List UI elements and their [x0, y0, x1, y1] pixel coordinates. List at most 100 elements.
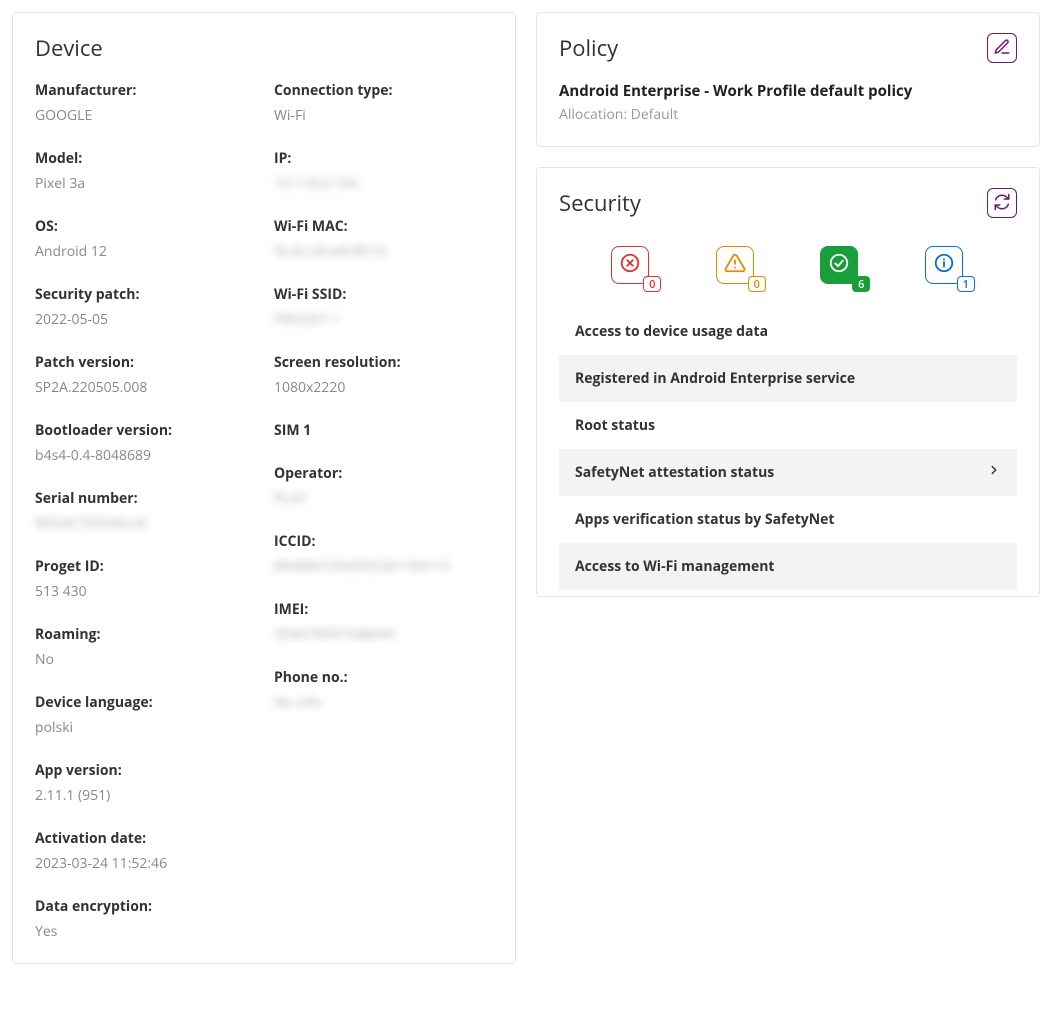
- device-field-label: Operator:: [274, 464, 493, 483]
- device-field: Wi-Fi MAC: 9c:0c:d0:e8:98:10: [274, 217, 493, 261]
- device-field-value: SP2A.220505.008: [35, 378, 254, 397]
- security-item[interactable]: SafetyNet attestation status: [559, 449, 1017, 496]
- device-field-value: b4s4-0.4-8048689: [35, 446, 254, 465]
- device-field-value: Android 12: [35, 242, 254, 261]
- security-warning-stat[interactable]: 0: [716, 246, 756, 286]
- device-fields: Manufacturer: GOOGLE Model: Pixel 3a OS: Andr…: [35, 81, 493, 941]
- alert-triangle-icon: [724, 252, 746, 279]
- device-field-value: Wi-Fi: [274, 106, 493, 125]
- pencil-icon: [993, 38, 1011, 59]
- device-field-label: App version:: [35, 761, 254, 780]
- device-field-label: Device language:: [35, 693, 254, 712]
- device-field-value: 8948061050055281169115: [274, 557, 493, 576]
- device-field-label: Serial number:: [35, 489, 254, 508]
- device-field-label: Data encryption:: [35, 897, 254, 916]
- device-field-label: Security patch:: [35, 285, 254, 304]
- device-field-label: Patch version:: [35, 353, 254, 372]
- device-field: Patch version: SP2A.220505.008: [35, 353, 254, 397]
- security-warning-count: 0: [748, 276, 766, 292]
- security-item[interactable]: Access to device usage data: [559, 308, 1017, 355]
- device-field-value: GOOGLE: [35, 106, 254, 125]
- device-section-heading: SIM 1: [274, 421, 493, 440]
- device-field-label: IP:: [274, 149, 493, 168]
- security-card-title: Security: [559, 188, 641, 218]
- device-field: Operator: PLAY: [274, 464, 493, 508]
- device-field: Connection type: Wi-Fi: [274, 81, 493, 125]
- device-card-title: Device: [35, 33, 103, 63]
- device-field-value: polski: [35, 718, 254, 737]
- device-field: Phone no.: No info: [274, 668, 493, 712]
- device-field-label: Model:: [35, 149, 254, 168]
- policy-card: Policy Android Enterprise - Work Profile…: [536, 12, 1040, 147]
- device-card: Device Manufacturer: GOOGLE Model: Pixel 3a…: [12, 12, 516, 964]
- security-ok-stat[interactable]: 6: [820, 246, 860, 286]
- device-field-label: OS:: [35, 217, 254, 236]
- device-field-value: 359679097548044: [274, 625, 493, 644]
- device-field-value: 2022-05-05: [35, 310, 254, 329]
- device-field: Activation date: 2023-03-24 11:52:46: [35, 829, 254, 873]
- device-field-label: Manufacturer:: [35, 81, 254, 100]
- device-field-label: Roaming:: [35, 625, 254, 644]
- device-field-label: Proget ID:: [35, 557, 254, 576]
- device-field-value: 10.118.0.134: [274, 174, 493, 193]
- device-field-label: Connection type:: [274, 81, 493, 100]
- device-field: Bootloader version: b4s4-0.4-8048689: [35, 421, 254, 465]
- device-field: Device language: polski: [35, 693, 254, 737]
- policy-card-title: Policy: [559, 33, 618, 63]
- security-ok-count: 6: [852, 276, 870, 292]
- device-field-value: Yes: [35, 922, 254, 941]
- device-field: IMEI: 359679097548044: [274, 600, 493, 644]
- security-card: Security 0: [536, 167, 1040, 597]
- device-field-value: 2023-03-24 11:52:46: [35, 854, 254, 873]
- security-summary-icons: 0 0 6: [559, 236, 1017, 308]
- device-field: Data encryption: Yes: [35, 897, 254, 941]
- security-item-label: SafetyNet attestation status: [575, 463, 774, 482]
- security-error-count: 0: [643, 276, 661, 292]
- device-field-value: 513 430: [35, 582, 254, 601]
- policy-allocation: Allocation: Default: [559, 105, 1017, 124]
- security-error-stat[interactable]: 0: [611, 246, 651, 286]
- device-field-value: 9c:0c:d0:e8:98:10: [274, 242, 493, 261]
- device-field: Serial number:REDACTEDVALUE: [35, 489, 254, 533]
- security-item[interactable]: Registered in Android Enterprise service: [559, 355, 1017, 402]
- security-item-label: Access to Wi-Fi management: [575, 557, 775, 576]
- device-field-label: IMEI:: [274, 600, 493, 619]
- refresh-security-button[interactable]: [987, 188, 1017, 218]
- device-field-value: PLAY: [274, 489, 493, 508]
- device-field: SIM 1: [274, 421, 493, 440]
- security-item-label: Access to device usage data: [575, 322, 768, 341]
- security-item[interactable]: Access to Wi-Fi management: [559, 543, 1017, 590]
- security-item-label: Registered in Android Enterprise service: [575, 369, 855, 388]
- check-circle-icon: [828, 252, 850, 279]
- device-field: Proget ID: 513 430: [35, 557, 254, 601]
- edit-policy-button[interactable]: [987, 33, 1017, 63]
- device-field: Screen resolution:1080x2220: [274, 353, 493, 397]
- device-field: Wi-Fi SSID: PROGET-1: [274, 285, 493, 329]
- device-field-value: 2.11.1 (951): [35, 786, 254, 805]
- device-field-value: Pixel 3a: [35, 174, 254, 193]
- security-info-stat[interactable]: 1: [925, 246, 965, 286]
- security-item[interactable]: Apps verification status by SafetyNet: [559, 496, 1017, 543]
- device-field: Security patch: 2022-05-05: [35, 285, 254, 329]
- chevron-right-icon: [987, 463, 1001, 482]
- security-item-label: Apps verification status by SafetyNet: [575, 510, 835, 529]
- device-field-value: PROGET-1: [274, 310, 493, 329]
- security-item[interactable]: Root status: [559, 402, 1017, 449]
- device-field: IP: 10.118.0.134: [274, 149, 493, 193]
- info-circle-icon: [933, 252, 955, 279]
- device-field-label: Phone no.:: [274, 668, 493, 687]
- device-field-label: Bootloader version:: [35, 421, 254, 440]
- device-field-label: Screen resolution:: [274, 353, 493, 372]
- device-field: Roaming:No: [35, 625, 254, 669]
- security-item-label: Root status: [575, 416, 655, 435]
- security-info-count: 1: [957, 276, 975, 292]
- device-field: Model: Pixel 3a: [35, 149, 254, 193]
- device-field-label: Activation date:: [35, 829, 254, 848]
- security-items-list: Access to device usage data Registered in…: [559, 308, 1017, 590]
- policy-name: Android Enterprise - Work Profile defaul…: [559, 81, 1017, 101]
- device-field: App version: 2.11.1 (951): [35, 761, 254, 805]
- device-field-label: Wi-Fi SSID:: [274, 285, 493, 304]
- device-field-value: No info: [274, 693, 493, 712]
- device-field: ICCID:8948061050055281169115: [274, 532, 493, 576]
- device-field-label: Wi-Fi MAC:: [274, 217, 493, 236]
